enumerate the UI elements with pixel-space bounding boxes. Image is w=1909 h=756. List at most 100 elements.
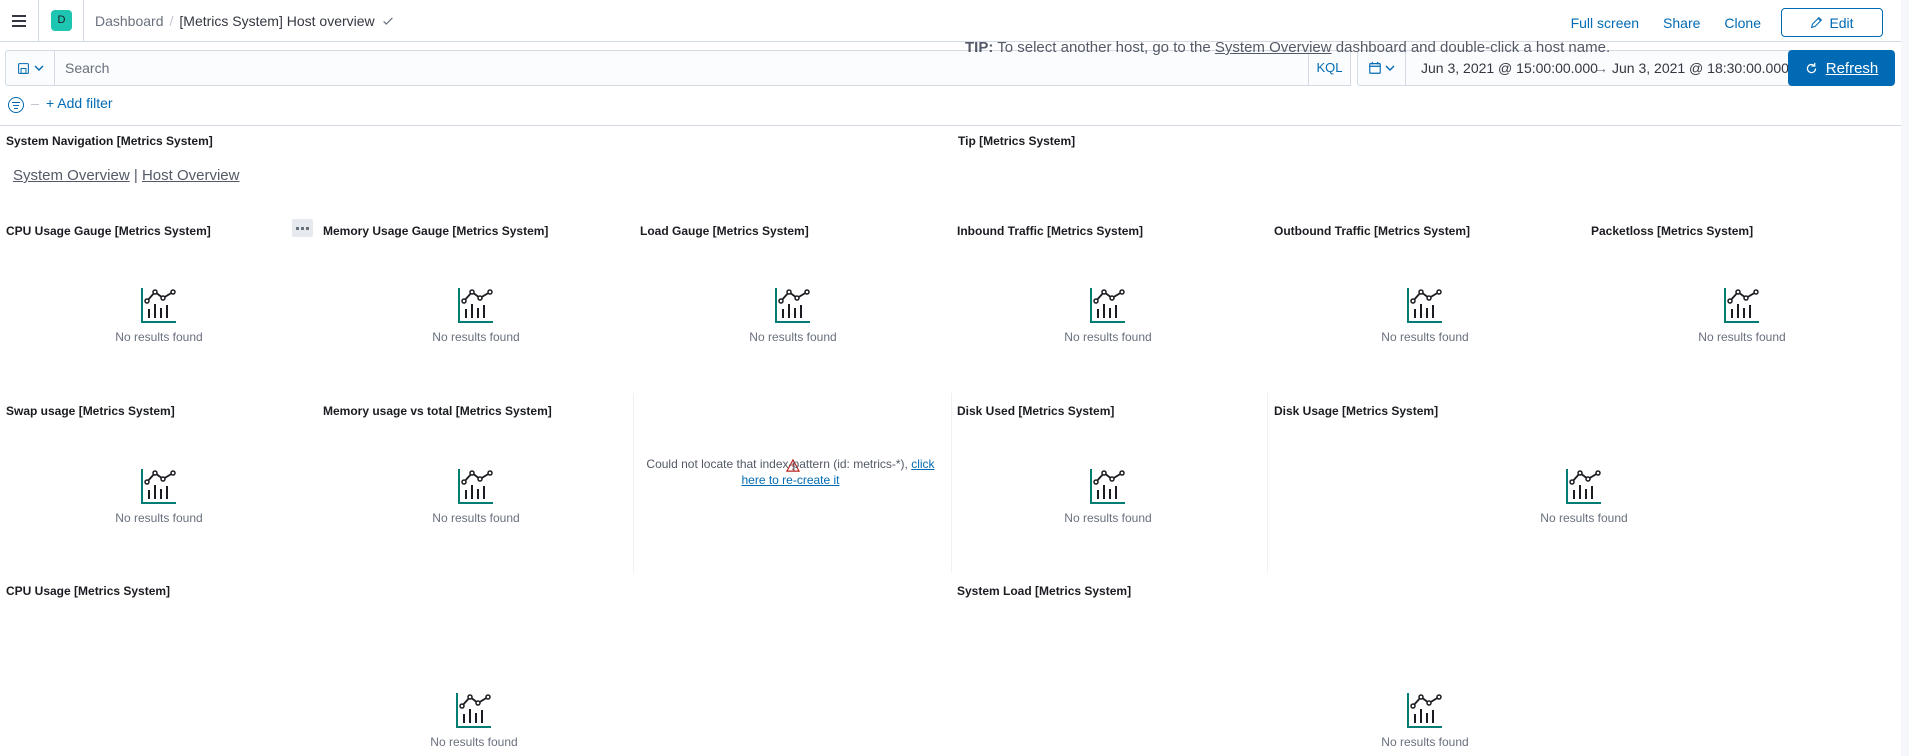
panel-title: Memory Usage Gauge [Metrics System] <box>323 224 549 238</box>
refresh-button[interactable]: Refresh <box>1788 50 1895 86</box>
date-end[interactable]: Jun 3, 2021 @ 18:30:00.000 <box>1612 60 1789 76</box>
system-overview-link[interactable]: System Overview <box>1215 39 1332 56</box>
empty-state: No results found <box>391 467 561 525</box>
panel-title: Disk Usage [Metrics System] <box>1274 404 1439 418</box>
panel-outbound-traffic: Outbound Traffic [Metrics System] No res… <box>1268 218 1585 388</box>
visualization-empty-icon <box>141 469 176 504</box>
no-results-message: No results found <box>1064 330 1152 344</box>
no-results-message: No results found <box>1064 511 1152 525</box>
visualization-empty-icon <box>1407 288 1442 323</box>
link-separator: | <box>133 167 138 184</box>
divider <box>83 0 84 42</box>
empty-state: No results found <box>1499 467 1669 525</box>
panel-title: Disk Used [Metrics System] <box>957 404 1115 418</box>
top-nav-bar: D Dashboard / [Metrics System] Host over… <box>0 0 1901 42</box>
panel-title: System Load [Metrics System] <box>957 584 1132 598</box>
no-results-message: No results found <box>749 330 837 344</box>
pencil-icon <box>1811 16 1823 29</box>
panel-disk-usage: Disk Usage [Metrics System] No results f… <box>1268 398 1901 568</box>
empty-state: No results found <box>1657 286 1827 344</box>
visualization-empty-icon <box>1566 469 1601 504</box>
clone-button[interactable]: Clone <box>1724 15 1761 31</box>
divider <box>31 104 39 105</box>
empty-state: No results found <box>708 286 878 344</box>
visualization-empty-icon <box>458 288 493 323</box>
edit-label: Edit <box>1829 14 1854 31</box>
visualization-empty-icon <box>456 693 491 728</box>
no-results-message: No results found <box>1381 330 1469 344</box>
breadcrumb-current: [Metrics System] Host overview <box>179 13 375 29</box>
panel-title: CPU Usage [Metrics System] <box>6 584 171 598</box>
no-results-message: No results found <box>115 330 203 344</box>
visualization-empty-icon <box>458 469 493 504</box>
panel-title: System Navigation [Metrics System] <box>6 134 213 148</box>
full-screen-button[interactable]: Full screen <box>1571 15 1639 31</box>
visualization-empty-icon <box>1090 469 1125 504</box>
visualization-empty-icon <box>1407 693 1442 728</box>
chevron-down-icon <box>1385 65 1395 71</box>
empty-state: No results found <box>1023 286 1193 344</box>
panel-memory-usage-gauge: Memory Usage Gauge [Metrics System] No r… <box>317 218 634 388</box>
no-results-message: No results found <box>1381 735 1469 749</box>
chevron-down-icon <box>34 65 44 71</box>
panel-disk-used: Disk Used [Metrics System] No results fo… <box>951 398 1268 568</box>
tip-label: TIP: <box>965 39 994 56</box>
breadcrumb-dashboard[interactable]: Dashboard <box>95 13 164 29</box>
empty-state: No results found <box>74 467 244 525</box>
breadcrumb-separator: / <box>169 13 174 29</box>
panel-inbound-traffic: Inbound Traffic [Metrics System] No resu… <box>951 218 1268 388</box>
filter-options-icon[interactable] <box>8 97 24 113</box>
panel-cpu-usage: CPU Usage [Metrics System] No results fo… <box>0 578 951 756</box>
panel-options-icon[interactable] <box>292 219 313 237</box>
panel-cpu-usage-gauge: CPU Usage Gauge [Metrics System] No resu… <box>0 218 317 388</box>
tip-text: TIP: To select another host, go to the S… <box>965 39 1610 56</box>
panel-tip: Tip [Metrics System] <box>952 128 1901 190</box>
no-results-message: No results found <box>432 330 520 344</box>
saved-query-button[interactable] <box>5 50 55 86</box>
panel-title: Memory usage vs total [Metrics System] <box>323 404 552 418</box>
system-overview-link[interactable]: System Overview <box>13 167 130 184</box>
panel-system-load: System Load [Metrics System] No results … <box>951 578 1901 756</box>
index-pattern-error: Could not locate that index-pattern (id:… <box>633 456 948 488</box>
empty-state: No results found <box>1340 286 1510 344</box>
empty-state: No results found <box>1023 467 1193 525</box>
panel-title: Packetloss [Metrics System] <box>1591 224 1754 238</box>
empty-state: No results found <box>1340 691 1510 749</box>
empty-state: No results found <box>74 286 244 344</box>
panel-title: Inbound Traffic [Metrics System] <box>957 224 1144 238</box>
no-results-message: No results found <box>430 735 518 749</box>
panel-title: Tip [Metrics System] <box>958 134 1076 148</box>
visualization-empty-icon <box>1090 288 1125 323</box>
panel-title: CPU Usage Gauge [Metrics System] <box>6 224 211 238</box>
error-text: Could not locate that index-pattern (id:… <box>646 457 908 471</box>
space-avatar[interactable]: D <box>51 10 72 31</box>
host-overview-link[interactable]: Host Overview <box>142 167 240 184</box>
panel-system-navigation: System Navigation [Metrics System] Syste… <box>0 128 952 190</box>
visualization-empty-icon <box>775 288 810 323</box>
no-results-message: No results found <box>432 511 520 525</box>
menu-icon[interactable] <box>8 10 30 32</box>
arrow-right-icon: → <box>1594 60 1608 76</box>
visualization-empty-icon <box>1724 288 1759 323</box>
no-results-message: No results found <box>1698 330 1786 344</box>
query-bar: KQL Jun 3, 2021 @ 15:00:00.000 → Jun 3, … <box>5 50 1897 86</box>
top-actions: Full screen Share Clone Edit <box>1547 8 1883 37</box>
filter-bar: + Add filter <box>0 90 1901 126</box>
panel-title: Swap usage [Metrics System] <box>6 404 175 418</box>
panel-swap-usage: Swap usage [Metrics System] No results f… <box>0 398 317 568</box>
scrollbar[interactable] <box>1901 0 1909 756</box>
share-button[interactable]: Share <box>1663 15 1700 31</box>
refresh-label: Refresh <box>1825 59 1879 77</box>
tip-text-after: dashboard and double-click a host name. <box>1335 39 1611 56</box>
calendar-icon <box>1369 61 1381 74</box>
visualization-empty-icon <box>141 288 176 323</box>
quick-menu-button[interactable] <box>1358 51 1406 85</box>
panel-title: Load Gauge [Metrics System] <box>640 224 809 238</box>
date-start[interactable]: Jun 3, 2021 @ 15:00:00.000 <box>1421 60 1598 76</box>
refresh-icon <box>1806 62 1816 73</box>
panel-title: Outbound Traffic [Metrics System] <box>1274 224 1471 238</box>
save-icon <box>18 62 29 74</box>
edit-button[interactable]: Edit <box>1781 8 1883 37</box>
add-filter-button[interactable]: + Add filter <box>46 95 113 111</box>
breadcrumb: Dashboard / [Metrics System] Host overvi… <box>95 13 395 29</box>
